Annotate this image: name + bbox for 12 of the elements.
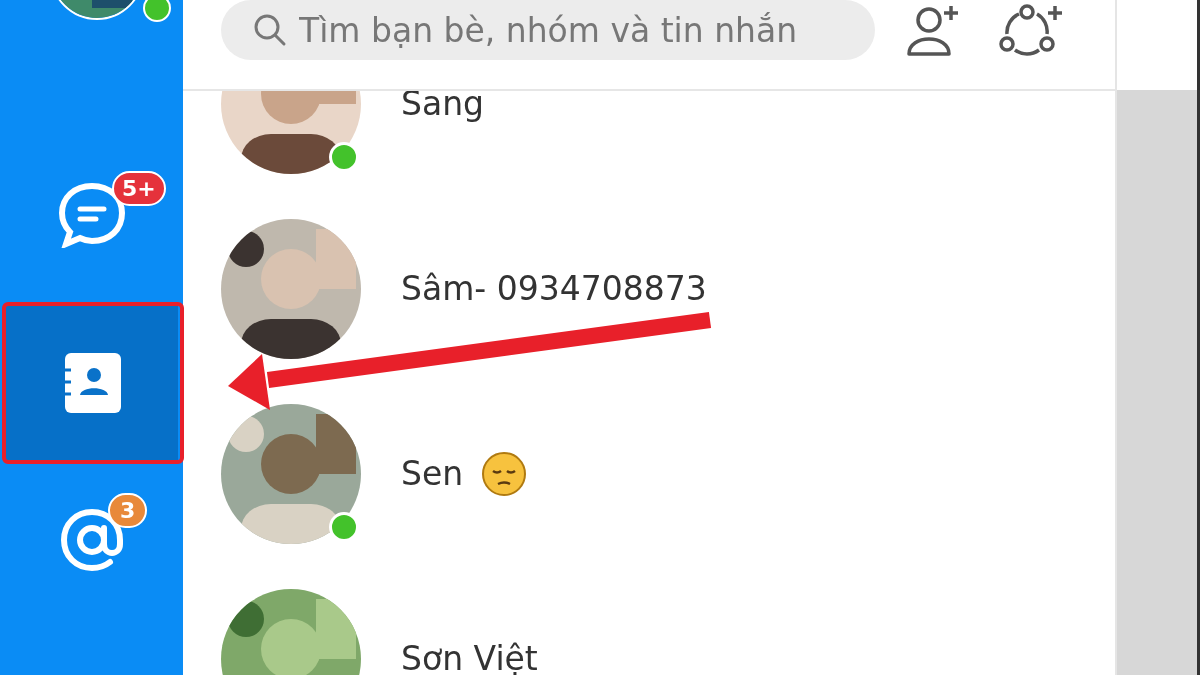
count-badge: 5+ [112,171,166,206]
nav-item[interactable]: 5+ [0,145,183,285]
count-badge: 3 [108,493,148,528]
contact-name: Sâm- 0934708873 [401,269,707,308]
add-friend-icon[interactable] [905,4,961,56]
search-field[interactable]: Tìm bạn bè, nhóm và tin nhắn [221,0,875,60]
contact-name: Sen [401,454,464,493]
contact-row[interactable]: Sang [183,91,1115,196]
contact-row[interactable]: Sâm- 0934708873 [183,196,1115,381]
search-icon [253,13,287,47]
contact-name: Sang [401,91,485,123]
contact-row[interactable]: Sen [183,381,1115,566]
